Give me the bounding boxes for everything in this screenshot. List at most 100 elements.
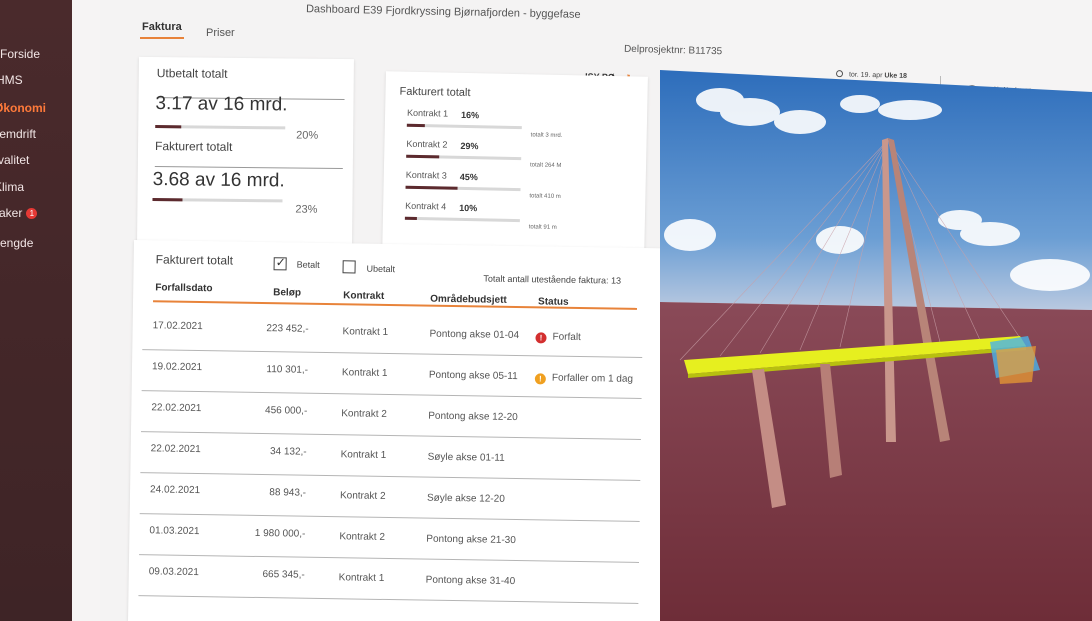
sidebar-item-fremdrift[interactable]: Fremdrift [0,127,36,141]
cell-amount: 223 452,- [266,323,309,335]
row-divider [141,390,642,399]
sidebar-item-label: Forside [0,47,41,61]
contract-progress-fill [405,185,458,190]
cell-date: 22.02.2021 [151,402,202,415]
contracts-title: Fakturert totalt [399,85,471,100]
cell-contract: Kontrakt 2 [339,490,386,502]
tab-priser[interactable]: Priser [206,27,235,39]
cell-contract: Kontrakt 1 [342,326,389,339]
sidebar-item-label: Klima [0,180,25,194]
sidebar-item-label: Mengde [0,236,34,250]
contract-progress-bar [406,123,522,130]
alert-icon: ! [534,373,546,385]
contract-label: Kontrakt 4 [405,200,447,212]
cell-contract: Kontrakt 1 [340,449,387,461]
cell-date: 01.03.2021 [149,525,200,538]
cell-contract: Kontrakt 1 [338,572,385,584]
paid-progress-bar [155,125,286,130]
contract-percent: 10% [459,202,478,214]
cell-contract: Kontrakt 1 [341,367,388,379]
sidebar-item-label: Saker [0,206,23,220]
filter-paid-checkbox[interactable] [273,257,287,271]
contract-total: totalt 3 mrd. [530,132,563,139]
contract-progress-bar [404,216,520,223]
invoiced-progress-bar [152,198,283,203]
outstanding-count: Totalt antall utestående faktura: 13 [483,273,622,286]
contract-progress-fill [406,123,426,128]
paid-progress-fill [155,125,182,129]
sidebar-item-label: Økonomi [0,101,47,115]
contract-progress-bar [405,185,521,192]
contract-total: totalt 91 m [528,224,557,231]
sidebar-item-okonomi[interactable]: Økonomi [0,101,46,115]
cell-contract: Kontrakt 2 [341,408,387,420]
cell-date: 17.02.2021 [152,320,203,333]
sidebar-item-label: Fremdrift [0,127,36,141]
contract-label: Kontrakt 3 [405,169,447,181]
invoiced-title: Fakturert totalt [154,139,233,154]
cell-budget: Pontong akse 05-11 [428,369,518,383]
row-divider [139,513,640,522]
invoiced-percent: 23% [295,203,318,216]
cell-status: ! Forfaller om 1 dag [534,372,634,386]
contract-progress-bar [406,154,522,161]
contract-percent: 45% [459,171,478,183]
cell-amount: 88 943,- [269,487,307,499]
alert-icon: ! [535,332,547,344]
notification-badge: 1 [26,208,38,219]
cell-budget: Pontong akse 01-04 [429,328,520,342]
sidebar-item-hms[interactable]: HMS [0,73,23,87]
status-label: Forfaller om 1 dag [551,372,634,385]
table-row[interactable]: 09.03.2021 665 345,- Kontrakt 1 Pontong aks… [128,566,649,615]
cell-budget: Søyle akse 12-20 [426,492,505,505]
sidebar-item-label: Kvalitet [0,153,30,167]
contract-progress-fill [404,216,417,220]
cell-date: 24.02.2021 [149,484,201,497]
cell-date: 22.02.2021 [150,443,201,456]
filter-unpaid-label: Ubetalt [366,263,396,275]
cell-date: 19.02.2021 [151,361,203,374]
bridge-3d-view[interactable] [660,70,1092,621]
sidebar-item-mengde[interactable]: Mengde [0,236,33,250]
contract-percent: 29% [460,140,479,152]
invoiced-value: 3.68 av 16 mrd. [152,169,285,192]
cell-contract: Kontrakt 2 [339,531,386,543]
sidebar-item-label: HMS [0,73,23,87]
tab-faktura[interactable]: Faktura [140,21,184,39]
row-divider [140,431,641,440]
sidebar-item-forside[interactable]: Forside [0,47,40,61]
sidebar-item-kvalitet[interactable]: Kvalitet [0,153,29,167]
cell-amount: 665 345,- [262,569,305,581]
paid-title: Utbetalt totalt [156,66,228,81]
row-divider [140,472,641,481]
column-header-amount[interactable]: Beløp [273,287,301,298]
sidebar-item-klima[interactable]: Klima [0,180,24,194]
paid-percent: 20% [296,129,319,142]
filter-unpaid-checkbox[interactable] [342,260,356,274]
sidebar-item-saker[interactable]: Saker1 [0,206,38,220]
contract-label: Kontrakt 1 [407,107,449,119]
cell-amount: 110 301,- [266,364,309,376]
cell-amount: 34 132,- [269,446,307,458]
column-header-contract[interactable]: Kontrakt [343,290,384,302]
contract-total: totalt 410 m [529,193,561,200]
filter-paid-label: Betalt [296,259,320,270]
contract-percent: 16% [460,109,480,121]
cell-budget: Pontong akse 21-30 [426,533,516,547]
summary-card: Utbetalt totalt 3.17 av 16 mrd. 20% Fakt… [137,56,354,245]
cell-budget: Søyle akse 01-11 [427,451,505,464]
row-divider [139,554,640,563]
cell-amount: 1 980 000,- [254,527,306,540]
contracts-card: Fakturert totalt Kontrakt 1 16% totalt 3… [382,71,648,263]
cell-amount: 456 000,- [264,405,308,417]
column-header-date[interactable]: Forfallsdato [155,282,212,294]
row-divider [142,349,643,358]
row-divider [138,595,639,604]
cell-budget: Pontong akse 31-40 [425,574,516,588]
bridge-ramp [996,346,1036,384]
contract-label: Kontrakt 2 [406,138,448,150]
cell-status: ! Forfalt [535,331,581,344]
invoice-table-title: Fakturert totalt [155,252,234,268]
paid-value: 3.17 av 16 mrd. [155,93,288,116]
status-label: Forfalt [552,331,581,344]
